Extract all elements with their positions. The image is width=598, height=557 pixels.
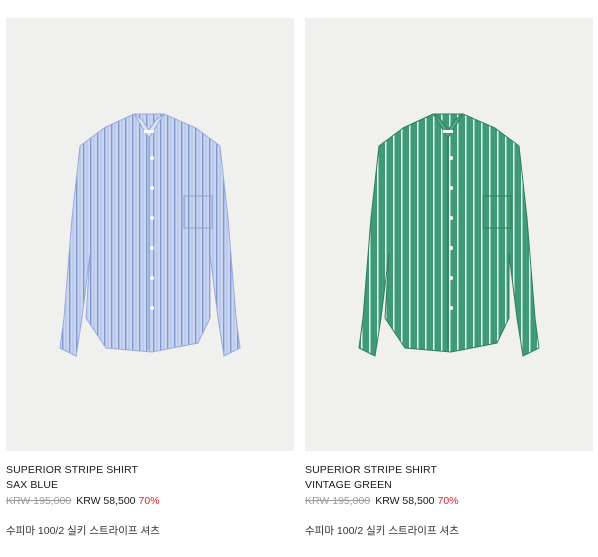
product-image[interactable] bbox=[6, 18, 294, 451]
sale-price: KRW 58,500 bbox=[375, 495, 435, 507]
product-grid: SUPERIOR STRIPE SHIRT SAX BLUE KRW 195,0… bbox=[0, 0, 598, 557]
product-name[interactable]: SUPERIOR STRIPE SHIRT bbox=[6, 463, 294, 478]
sale-price: KRW 58,500 bbox=[76, 495, 136, 507]
discount-badge: 70% bbox=[138, 495, 160, 507]
product-image[interactable] bbox=[305, 18, 593, 451]
product-name[interactable]: SUPERIOR STRIPE SHIRT bbox=[305, 463, 593, 478]
original-price: KRW 195,000 bbox=[305, 495, 371, 507]
original-price: KRW 195,000 bbox=[6, 495, 72, 507]
product-card[interactable]: SUPERIOR STRIPE SHIRT VINTAGE GREEN KRW … bbox=[305, 18, 593, 539]
discount-badge: 70% bbox=[437, 495, 459, 507]
product-description: 수피마 100/2 실키 스트라이프 셔츠 bbox=[6, 525, 160, 537]
product-color: SAX BLUE bbox=[6, 479, 59, 491]
product-card[interactable]: SUPERIOR STRIPE SHIRT SAX BLUE KRW 195,0… bbox=[6, 18, 294, 539]
product-color: VINTAGE GREEN bbox=[305, 479, 392, 491]
product-description: 수피마 100/2 실키 스트라이프 셔츠 bbox=[305, 525, 459, 537]
shirt-photo-icon bbox=[59, 113, 241, 357]
price-row: KRW 195,000 KRW 58,500 70% bbox=[6, 494, 294, 509]
shirt-photo-icon bbox=[358, 113, 540, 357]
price-row: KRW 195,000 KRW 58,500 70% bbox=[305, 494, 593, 509]
